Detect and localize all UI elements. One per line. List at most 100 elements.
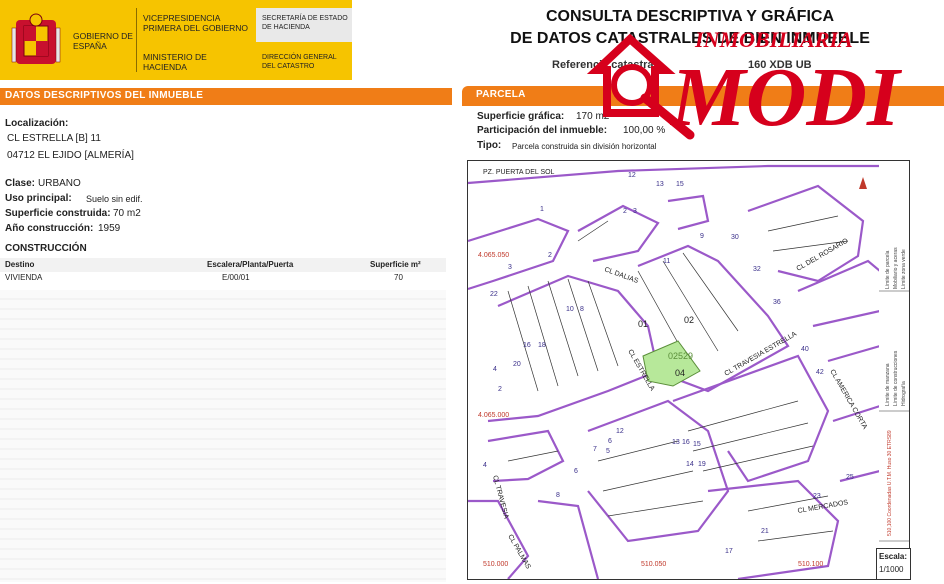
- house-number: 19: [698, 461, 706, 468]
- house-number: 21: [761, 528, 769, 535]
- coord-label: 510.100: [798, 561, 823, 568]
- uso-label: Uso principal:: [5, 193, 72, 204]
- legend-item: Límite de construcciones: [893, 350, 899, 406]
- cadastral-map[interactable]: PZ. PUERTA DEL SOL CL DALIAS CL DEL ROSA…: [467, 160, 881, 580]
- coat-of-arms-icon: [11, 13, 61, 64]
- legend-item: Límite de parcela: [885, 250, 891, 289]
- street-label: CL TRAVESIA ESTRELLA: [724, 331, 799, 378]
- coord-label: 4.065.050: [478, 252, 509, 259]
- house-number: 12: [616, 428, 624, 435]
- house-number: 18: [538, 342, 546, 349]
- legend-drawing: Límite de manzana Límite de construccion…: [879, 247, 909, 542]
- anio-value: 1959: [98, 223, 121, 234]
- house-number: 20: [513, 361, 521, 368]
- address-line-1: CL ESTRELLA [B] 11: [7, 133, 101, 144]
- clase-label: Clase:: [5, 178, 36, 189]
- vicepresidencia-label: VICEPRESIDENCIA PRIMERA DEL GOBIERNO: [143, 13, 249, 33]
- scale-box: Escala: 1/1000: [876, 548, 911, 580]
- inmobiliaria-modi-watermark: INMOBILIARIA MODI: [586, 27, 903, 144]
- house-number: 14: [686, 461, 694, 468]
- house-number: 6: [574, 468, 578, 475]
- house-number: 8: [580, 306, 584, 313]
- superficie-value: 70 m2: [113, 208, 141, 219]
- street-label: CL DALIAS: [603, 266, 639, 285]
- house-number: 17: [725, 548, 733, 555]
- house-number: 2: [498, 386, 502, 393]
- house-number: 16: [523, 342, 531, 349]
- street-label: CL TRAVESIA: [491, 475, 509, 520]
- house-number: 36: [773, 299, 781, 306]
- construccion-table-header: Destino Escalera/Planta/Puerta Superfici…: [0, 258, 446, 272]
- scale-label: Escala:: [879, 552, 908, 561]
- house-number: 12: [628, 172, 636, 179]
- house-number: 2: [623, 208, 627, 215]
- row-superficie: 70: [394, 273, 403, 282]
- legend-item: Límite de manzana: [885, 363, 891, 406]
- ministerio-label: MINISTERIO DE HACIENDA: [143, 52, 207, 72]
- construccion-title: CONSTRUCCIÓN: [5, 243, 87, 254]
- superficie-label: Superficie construida:: [5, 208, 111, 219]
- house-number: 25: [846, 474, 854, 481]
- house-number: 3: [508, 264, 512, 271]
- watermark-main: MODI: [669, 51, 903, 144]
- house-number: 9: [700, 233, 704, 240]
- uso-value: Suelo sin edif.: [86, 194, 143, 204]
- parcel-label: 04: [675, 368, 685, 378]
- row-escalera: E/00/01: [222, 273, 250, 282]
- parcel-label: 02: [684, 315, 694, 325]
- legend-item: Mobiliario y aceras: [893, 247, 899, 289]
- house-number: 11: [663, 258, 670, 265]
- house-number: 6: [608, 438, 612, 445]
- legend-item: Límite zona verde: [901, 249, 907, 289]
- section-title-parcela: PARCELA: [476, 89, 526, 100]
- street-label: CL MERCADOS: [797, 499, 849, 515]
- house-number: 23: [813, 493, 821, 500]
- coord-label: 510.000: [483, 561, 508, 568]
- localizacion-label: Localización:: [5, 118, 69, 129]
- house-number: 3: [633, 208, 637, 215]
- anio-label: Año construcción:: [5, 223, 94, 234]
- house-number: 8: [556, 492, 560, 499]
- house-number: 22: [490, 291, 498, 298]
- parcel-label: 01: [638, 319, 648, 329]
- legend-item: Hidrografía: [901, 381, 907, 406]
- address-line-2: 04712 EL EJIDO [ALMERÍA]: [7, 150, 134, 161]
- sup-grafica-label: Superficie gráfica:: [477, 111, 565, 122]
- parcel-label: 02529: [668, 351, 693, 361]
- header-divider: [136, 8, 137, 72]
- house-number: 4: [493, 366, 497, 373]
- street-label: PZ. PUERTA DEL SOL: [483, 169, 555, 176]
- house-number: 40: [801, 346, 809, 353]
- house-number: 1: [540, 206, 544, 213]
- house-number: 7: [593, 446, 597, 453]
- house-number: 10: [566, 306, 574, 313]
- map-drawing: PZ. PUERTA DEL SOL CL DALIAS CL DEL ROSA…: [468, 164, 880, 579]
- row-destino: VIVIENDA: [5, 273, 43, 282]
- house-number: 13: [672, 439, 680, 446]
- gov-title: GOBIERNO DE ESPAÑA: [73, 31, 133, 51]
- house-number: 15: [676, 181, 684, 188]
- house-number: 15: [693, 441, 701, 448]
- scale-value: 1/1000: [879, 565, 904, 574]
- house-number: 32: [753, 266, 761, 273]
- clase-value: URBANO: [38, 178, 81, 189]
- table-header-destino: Destino: [5, 260, 35, 269]
- projection-label: 510,100 Coordenadas U.T.M. Huso 30 ETRS8…: [887, 430, 893, 536]
- table-header-superficie: Superficie m²: [370, 260, 421, 269]
- direccion-label: DIRECCIÓN GENERAL DEL CATASTRO: [262, 54, 337, 70]
- coord-label: 510.050: [641, 561, 666, 568]
- house-number: 16: [682, 439, 690, 446]
- house-number: 30: [731, 234, 739, 241]
- house-number: 42: [816, 369, 824, 376]
- house-number: 2: [548, 252, 552, 259]
- table-header-escalera: Escalera/Planta/Puerta: [207, 260, 294, 269]
- section-title-descriptive: DATOS DESCRIPTIVOS DEL INMUEBLE: [5, 90, 204, 101]
- table-row: VIVIENDA E/00/01 70: [0, 272, 446, 286]
- house-number: 13: [656, 181, 664, 188]
- map-legend: Límite de manzana Límite de construccion…: [879, 160, 910, 580]
- table-empty-area: [0, 290, 446, 582]
- tipo-label: Tipo:: [477, 140, 502, 151]
- secretaria-label: SECRETARÍA DE ESTADO DE HACIENDA: [262, 15, 348, 31]
- house-number: 5: [606, 448, 610, 455]
- house-number: 4: [483, 462, 487, 469]
